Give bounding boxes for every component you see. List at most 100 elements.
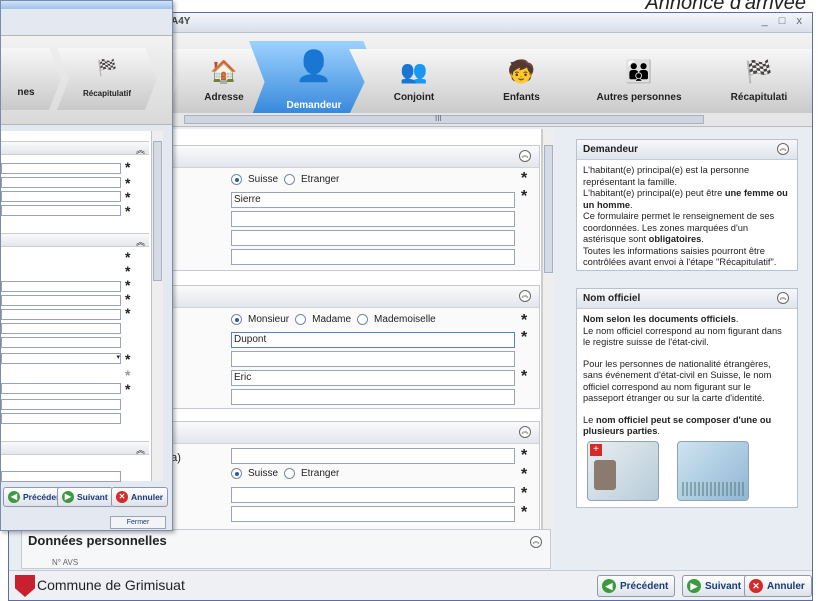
help-paragraph: Le: [583, 414, 596, 425]
last-name-field[interactable]: Dupont: [231, 332, 515, 348]
previous-button[interactable]: ◀ Précédent: [597, 575, 676, 597]
dropdown-field[interactable]: ▾: [1, 353, 121, 364]
place-of-origin-field[interactable]: Sierre: [231, 192, 515, 208]
help-header: Nom officiel ︽: [577, 289, 797, 309]
radio-suisse[interactable]: [231, 174, 242, 185]
collapse-icon[interactable]: ︽: [136, 143, 145, 156]
radio-suisse[interactable]: [231, 468, 242, 479]
step-recapitulatif[interactable]: 🏁 Récapitulati: [689, 49, 812, 115]
collapse-icon[interactable]: ︽: [530, 536, 542, 548]
help-paragraph: L'habitant(e) principal(e) est la person…: [583, 165, 750, 187]
popup-section-header: ︽: [1, 141, 149, 155]
text-field[interactable]: [1, 205, 121, 216]
scroll-thumb[interactable]: [544, 145, 553, 273]
back-arrow-icon: ◀: [602, 579, 616, 593]
house-icon: 🏠: [210, 59, 238, 84]
help-paragraph: Pour les personnes de nationalité étrang…: [583, 358, 772, 404]
step-autres-personnes[interactable]: 👪 Autres personnes: [569, 49, 709, 115]
text-field[interactable]: [231, 351, 515, 367]
collapse-icon[interactable]: ︽: [777, 292, 789, 304]
text-field[interactable]: [231, 249, 515, 265]
section-nationality: ︽ Suisse Etranger * Sierre *: [164, 145, 540, 271]
step-label: Autres personnes: [596, 92, 682, 103]
radio-etranger[interactable]: [284, 174, 296, 185]
popup-section-header: ︽: [1, 441, 149, 455]
required-asterisk: *: [125, 351, 131, 367]
help-punct: .: [657, 426, 660, 436]
radio-etranger[interactable]: [284, 468, 296, 479]
text-field[interactable]: [1, 413, 121, 424]
help-title: Nom officiel: [583, 293, 641, 304]
collapse-icon[interactable]: ︽: [519, 426, 531, 438]
help-punct: .: [735, 314, 739, 324]
required-asterisk: *: [125, 159, 131, 175]
text-field[interactable]: [1, 323, 121, 334]
collapse-icon[interactable]: ︽: [136, 235, 145, 248]
scroll-thumb[interactable]: [153, 141, 162, 281]
collapse-icon[interactable]: ︽: [136, 443, 145, 456]
text-field[interactable]: [1, 399, 121, 410]
text-field[interactable]: [1, 383, 121, 394]
scroll-thumb[interactable]: III: [184, 114, 704, 124]
help-text: L'habitant(e) principal(e) est la person…: [577, 160, 797, 274]
text-field[interactable]: [1, 295, 121, 306]
step-label: Récapitulatif: [82, 89, 131, 98]
horizontal-scrollbar[interactable]: III: [164, 113, 812, 127]
popup-window: nes 🏁 Récapitulatif ︽ * * * * ︽ * * * * …: [0, 0, 173, 531]
form-content: ︽ Suisse Etranger * Sierre * ︽ Monsieur …: [164, 129, 542, 569]
popup-vertical-scrollbar[interactable]: [151, 131, 163, 481]
required-asterisk: *: [125, 203, 131, 219]
collapse-icon[interactable]: ︽: [519, 290, 531, 302]
button-label: Précédent: [620, 580, 669, 592]
popup-next-button[interactable]: ▶ Suivant: [57, 487, 113, 507]
radio-madame[interactable]: [295, 314, 307, 325]
section-personal-data: Données personnelles ︽ N° AVS: [21, 529, 551, 569]
child-icon: 🧒: [507, 59, 536, 84]
step-enfants[interactable]: 🧒 Enfants: [454, 49, 589, 115]
text-field[interactable]: [231, 487, 515, 503]
nationality2-radio-group: Suisse Etranger: [231, 468, 339, 479]
radio-monsieur[interactable]: [231, 314, 242, 325]
text-field[interactable]: [1, 309, 121, 320]
text-field[interactable]: [1, 177, 121, 188]
button-label: Annuler: [767, 580, 805, 592]
required-asterisk: *: [125, 305, 131, 321]
text-field[interactable]: [231, 230, 515, 246]
photo-icon: [594, 460, 616, 490]
required-asterisk: *: [521, 485, 528, 502]
cancel-button[interactable]: ✕ Annuler: [744, 575, 812, 597]
person-icon: 👤: [295, 50, 333, 83]
required-asterisk: *: [521, 466, 528, 483]
text-field[interactable]: [1, 191, 121, 202]
radio-label: Etranger: [301, 174, 340, 185]
help-punct: .: [630, 199, 633, 210]
next-button[interactable]: ▶ Suivant: [682, 575, 749, 597]
text-field[interactable]: [1, 163, 121, 174]
text-field[interactable]: [1, 337, 121, 348]
popup-step-autres[interactable]: nes: [1, 48, 61, 110]
first-name-field[interactable]: Eric: [231, 370, 515, 386]
step-label: Récapitulati: [730, 92, 788, 103]
help-emphasis: nom officiel peut se composer d'une ou p…: [583, 414, 772, 437]
popup-step-recap[interactable]: 🏁 Récapitulatif: [57, 48, 157, 110]
radio-mademoiselle[interactable]: [357, 314, 369, 325]
radio-label: Suisse: [248, 174, 279, 185]
required-asterisk: *: [521, 329, 528, 346]
popup-cancel-button[interactable]: ✕ Annuler: [111, 487, 169, 507]
birth-date-field[interactable]: [231, 448, 515, 464]
collapse-icon[interactable]: ︽: [777, 143, 789, 155]
vertical-scrollbar[interactable]: [542, 129, 554, 569]
text-field[interactable]: [1, 281, 121, 292]
commune-crest-icon: [15, 575, 35, 597]
window-controls[interactable]: _ □ x: [762, 15, 806, 27]
required-asterisk: *: [521, 170, 528, 187]
text-field[interactable]: [231, 389, 515, 405]
dropdown-field[interactable]: [1, 471, 121, 482]
text-field[interactable]: [231, 506, 515, 522]
cancel-x-icon: ✕: [749, 579, 763, 593]
required-asterisk: *: [125, 381, 131, 397]
step-label: Enfants: [503, 92, 540, 103]
text-field[interactable]: [231, 211, 515, 227]
collapse-icon[interactable]: ︽: [519, 150, 531, 162]
close-button[interactable]: Fermer: [110, 516, 166, 529]
